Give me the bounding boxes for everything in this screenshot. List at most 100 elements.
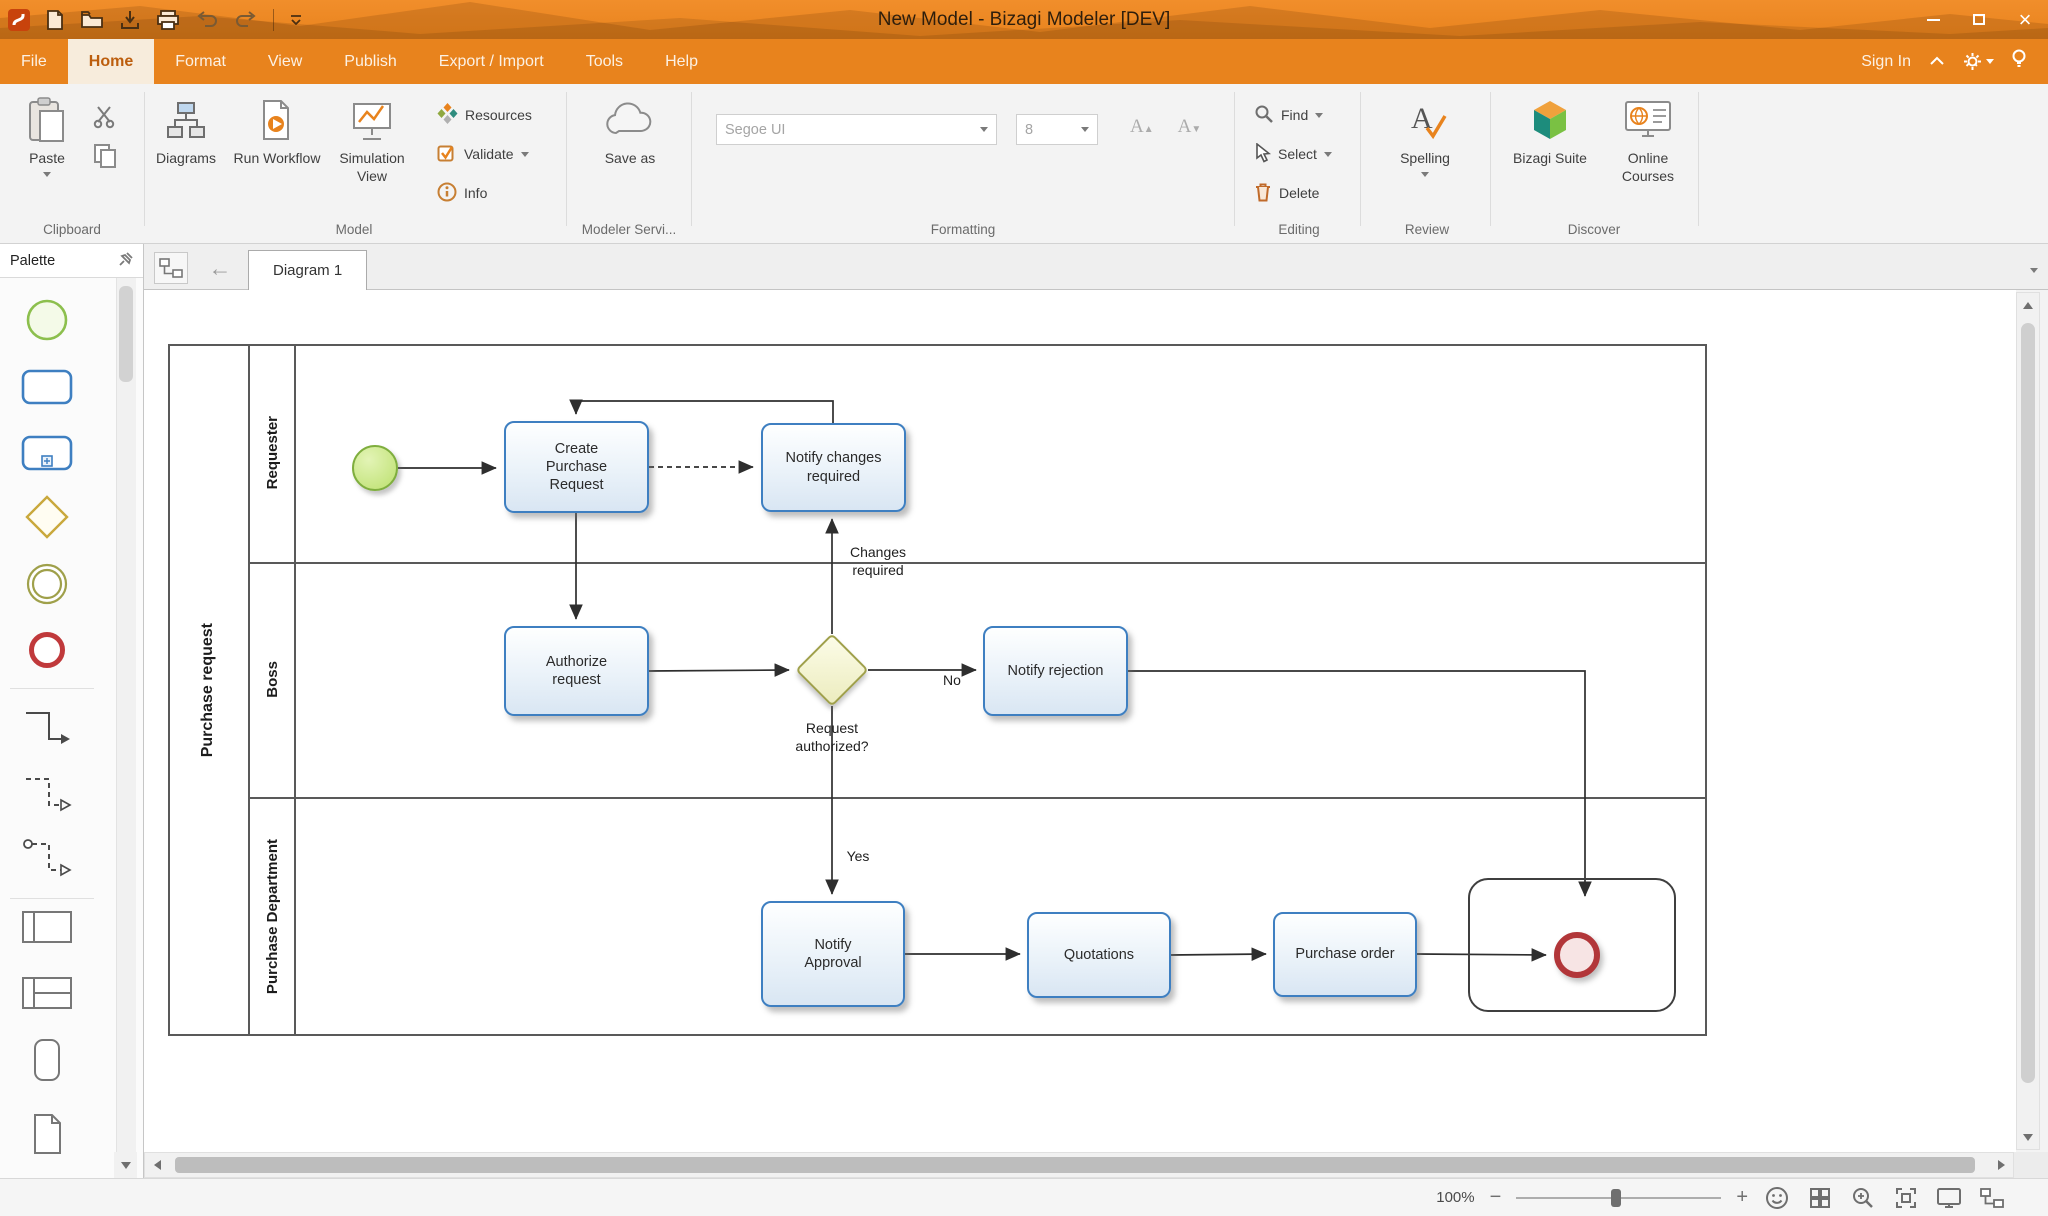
simulation-view-button[interactable]: Simulation View — [328, 94, 416, 185]
menu-home[interactable]: Home — [68, 39, 154, 84]
settings-gear-icon[interactable] — [1963, 52, 1994, 71]
edge-rejection-to-end[interactable] — [1128, 671, 1585, 896]
palette-data-object[interactable] — [14, 1112, 80, 1156]
bizagi-suite-button[interactable]: Bizagi Suite — [1502, 94, 1598, 168]
info-button[interactable]: Info — [437, 178, 487, 208]
zoom-slider[interactable] — [1516, 1188, 1721, 1208]
palette-scrollbar-track[interactable] — [116, 278, 136, 1152]
undo-icon[interactable] — [195, 10, 219, 30]
print-icon[interactable] — [156, 9, 180, 31]
find-button[interactable]: Find — [1254, 100, 1323, 130]
pin-icon[interactable] — [119, 252, 133, 270]
zoom-magnifier-icon[interactable] — [1849, 1184, 1877, 1212]
collapse-ribbon-icon[interactable] — [1929, 53, 1945, 71]
task-purchase-order[interactable]: Purchase order — [1273, 912, 1417, 997]
task-notify-changes-required[interactable]: Notify changes required — [761, 423, 906, 512]
scroll-left-button[interactable] — [145, 1153, 169, 1177]
zoom-in-plus-icon[interactable]: + — [1736, 1186, 1748, 1209]
save-icon[interactable] — [119, 9, 141, 31]
paste-button[interactable]: Paste — [4, 94, 90, 177]
diagrams-button[interactable]: Diagrams — [142, 94, 230, 168]
save-as-button[interactable]: Save as — [584, 94, 676, 168]
menu-tools[interactable]: Tools — [565, 39, 644, 84]
edge-label-yes[interactable]: Yes — [836, 848, 880, 866]
palette-sequence-flow-connector[interactable] — [14, 705, 80, 749]
edge-quotations-to-purchase-order[interactable] — [1171, 954, 1266, 955]
menu-export-import[interactable]: Export / Import — [418, 39, 565, 84]
menu-file[interactable]: File — [0, 39, 68, 84]
start-event[interactable] — [352, 445, 398, 491]
edge-notify-changes-to-create-loop[interactable] — [576, 401, 833, 423]
pan-grid-icon[interactable] — [1806, 1184, 1834, 1212]
menu-format[interactable]: Format — [154, 39, 247, 84]
delete-button[interactable]: Delete — [1254, 178, 1319, 208]
diagram-canvas[interactable]: Purchase request Requester Boss Purchase… — [144, 290, 2016, 1152]
copy-button[interactable] — [92, 142, 118, 171]
scroll-down-button[interactable] — [2017, 1125, 2039, 1149]
minimize-button[interactable] — [1910, 0, 1956, 39]
run-workflow-button[interactable]: Run Workflow — [233, 94, 321, 168]
palette-lane[interactable] — [14, 976, 80, 1010]
shrink-font-button[interactable]: A▼ — [1178, 116, 1202, 138]
edge-label-changes-required[interactable]: Changes required — [828, 544, 928, 579]
edge-authorize-to-gateway[interactable] — [649, 670, 789, 671]
scroll-right-button[interactable] — [1989, 1153, 2013, 1177]
online-courses-button[interactable]: Online Courses — [1602, 94, 1694, 185]
restore-button[interactable] — [1956, 0, 2002, 39]
new-model-icon[interactable] — [45, 9, 65, 31]
close-button[interactable]: × — [2002, 0, 2048, 39]
cut-button[interactable] — [92, 104, 118, 133]
resources-button[interactable]: Resources — [437, 100, 532, 130]
zoom-slider-thumb[interactable] — [1611, 1189, 1621, 1207]
formatting-group-label: Formatting — [931, 222, 996, 237]
diagram-overview-icon[interactable] — [1978, 1184, 2006, 1212]
palette-task[interactable] — [14, 369, 80, 405]
palette-message-flow-connector[interactable] — [14, 836, 80, 880]
vertical-scrollbar[interactable] — [2016, 292, 2040, 1150]
menu-publish[interactable]: Publish — [323, 39, 417, 84]
horizontal-scrollbar-thumb[interactable] — [175, 1157, 1975, 1173]
presentation-mode-icon[interactable] — [1935, 1184, 1963, 1212]
menu-view[interactable]: View — [247, 39, 323, 84]
select-button[interactable]: Select — [1254, 139, 1332, 169]
horizontal-scrollbar[interactable] — [144, 1152, 2014, 1178]
palette-intermediate-event[interactable] — [14, 562, 80, 606]
palette-end-event[interactable] — [14, 630, 80, 670]
help-bulb-icon[interactable] — [2012, 49, 2026, 74]
palette-milestone[interactable] — [14, 1037, 80, 1083]
fit-to-window-icon[interactable] — [1892, 1184, 1920, 1212]
vertical-scrollbar-thumb[interactable] — [2021, 323, 2035, 1083]
task-authorize-request[interactable]: Authorize request — [504, 626, 649, 716]
font-size-combobox[interactable]: 8 — [1016, 114, 1098, 145]
delete-label: Delete — [1279, 185, 1319, 201]
palette-association-connector[interactable] — [14, 771, 80, 815]
spelling-button[interactable]: A Spelling — [1380, 94, 1470, 177]
open-model-icon[interactable] — [80, 10, 104, 30]
sign-in-link[interactable]: Sign In — [1861, 53, 1911, 71]
feedback-smiley-icon[interactable] — [1763, 1184, 1791, 1212]
palette-scrollbar-thumb[interactable] — [119, 286, 133, 382]
task-not-rejection[interactable]: Notify rejection — [983, 626, 1128, 716]
task-quotations[interactable]: Quotations — [1027, 912, 1171, 998]
font-name-combobox[interactable]: Segoe UI — [716, 114, 997, 145]
palette-scroll-down-button[interactable] — [114, 1152, 137, 1178]
end-event[interactable] — [1554, 932, 1600, 978]
task-create-purchase-request[interactable]: Create Purchase Request — [504, 421, 649, 513]
menu-help[interactable]: Help — [644, 39, 719, 84]
grow-font-button[interactable]: A▲ — [1130, 116, 1154, 138]
redo-icon[interactable] — [234, 10, 258, 30]
gateway-question-label[interactable]: Request authorized? — [757, 720, 907, 755]
back-button[interactable]: ← — [202, 252, 238, 284]
diagram-list-button[interactable] — [154, 252, 188, 284]
tab-diagram-1[interactable]: Diagram 1 — [248, 250, 367, 290]
palette-subprocess[interactable] — [14, 435, 80, 471]
task-notify-approval[interactable]: Notify Approval — [761, 901, 905, 1007]
edge-label-no[interactable]: No — [930, 672, 974, 690]
zoom-out-icon[interactable]: − — [1490, 1186, 1502, 1209]
tab-overflow-button[interactable] — [2030, 260, 2038, 278]
scroll-up-button[interactable] — [2017, 293, 2039, 317]
palette-pool[interactable] — [14, 910, 80, 944]
palette-gateway[interactable] — [14, 494, 80, 540]
validate-button[interactable]: Validate — [437, 139, 529, 169]
palette-start-event[interactable] — [14, 298, 80, 342]
